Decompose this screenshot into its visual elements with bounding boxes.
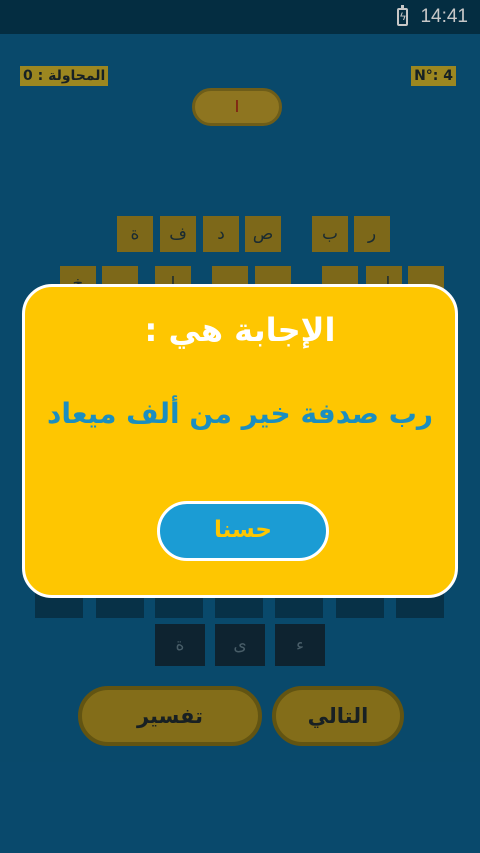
answer-dialog: الإجابة هي : رب صدفة خير من ألف ميعاد حس… [22,284,458,598]
dialog-title: الإجابة هي : [144,311,336,349]
modal-overlay: الإجابة هي : رب صدفة خير من ألف ميعاد حس… [0,0,480,853]
answer-text: رب صدفة خير من ألف ميعاد [46,397,433,430]
ok-button[interactable]: حسنا [157,501,329,561]
